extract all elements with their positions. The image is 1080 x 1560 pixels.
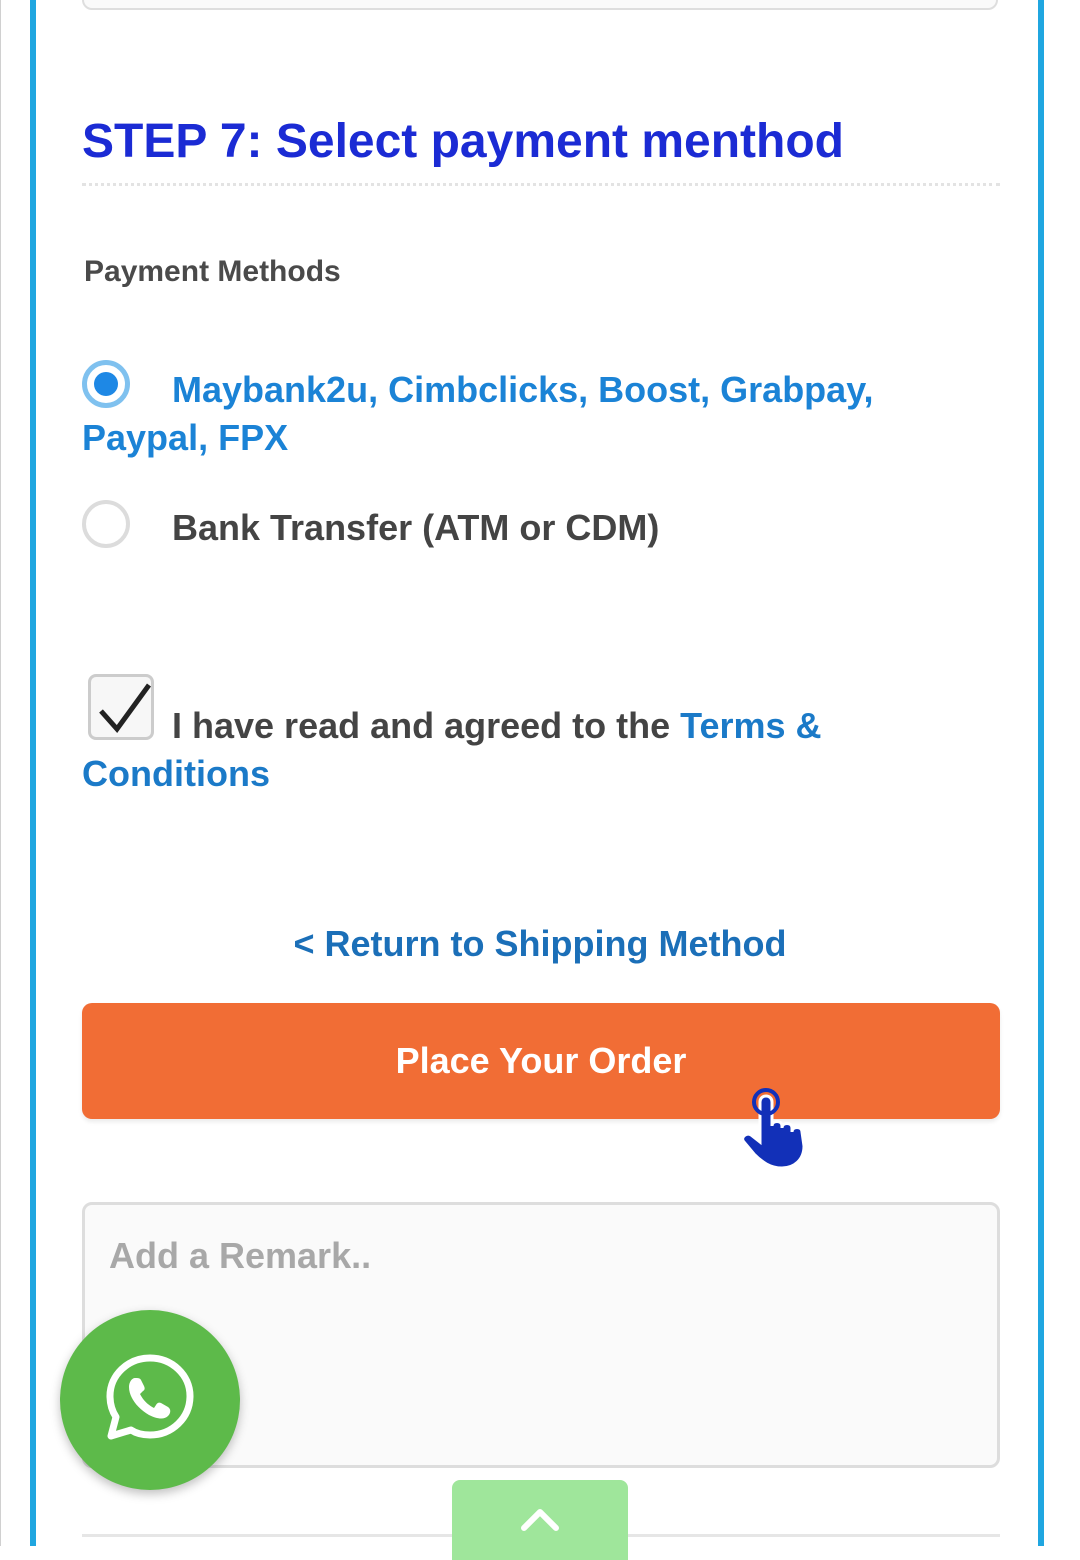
radio-selected[interactable]: [82, 360, 130, 408]
radio-unselected[interactable]: [82, 500, 130, 548]
previous-field[interactable]: [82, 0, 998, 10]
chevron-up-icon: [521, 1509, 559, 1531]
whatsapp-button[interactable]: [60, 1310, 240, 1490]
terms-checkbox[interactable]: [88, 674, 154, 740]
payment-option-bank-transfer-label: Bank Transfer (ATM or CDM): [172, 507, 660, 548]
payment-methods-label: Payment Methods: [84, 255, 341, 288]
payment-option-online-label: Maybank2u, Cimbclicks, Boost, Grabpay, P…: [82, 369, 874, 458]
place-order-button[interactable]: Place Your Order: [82, 1003, 1000, 1119]
scroll-to-top-button[interactable]: [452, 1480, 628, 1560]
title-divider: [82, 183, 1000, 186]
step-title: STEP 7: Select payment menthod: [82, 115, 844, 168]
whatsapp-icon: [106, 1354, 194, 1440]
checkmark-icon: [99, 683, 152, 733]
hand-pointer-icon: [741, 1088, 806, 1170]
terms-agreement: I have read and agreed to the Terms & Co…: [82, 672, 982, 798]
payment-option-online[interactable]: Maybank2u, Cimbclicks, Boost, Grabpay, P…: [82, 360, 982, 462]
viewport-edge: [0, 0, 1, 1546]
terms-text: I have read and agreed to the: [172, 705, 681, 746]
return-to-shipping-link[interactable]: < Return to Shipping Method: [0, 922, 1080, 966]
